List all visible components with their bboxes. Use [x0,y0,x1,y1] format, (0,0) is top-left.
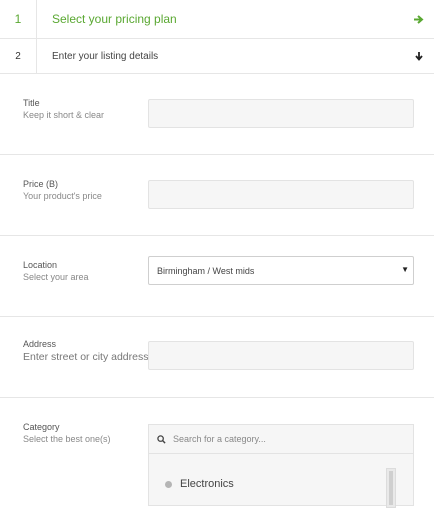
step-title: Select your pricing plan [52,12,177,26]
category-list-scrollbar[interactable] [386,468,396,508]
title-help: Keep it short & clear [23,110,105,120]
title-input[interactable] [148,99,414,128]
title-row: Title Keep it short & clear [0,74,434,155]
category-label: Category [23,422,60,432]
price-input[interactable] [148,180,414,209]
location-label: Location [23,260,58,270]
step-2-listing-details[interactable]: 2 Enter your listing details [0,39,434,74]
address-row: Address Enter street or city address [0,317,434,398]
category-search-placeholder: Search for a category... [173,434,266,444]
address-label: Address [23,339,57,349]
location-help: Select your area [23,272,89,282]
category-selector: Search for a category... Electronics [148,424,414,508]
step-number: 2 [0,39,37,73]
address-label-group: Address Enter street or city address [23,339,148,363]
location-selected-value: Birmingham / West mids [157,265,255,276]
title-label-group: Title Keep it short & clear [23,98,104,120]
location-row: Location Select your area Birmingham / W… [0,236,434,317]
address-input[interactable] [148,341,414,370]
location-select[interactable]: Birmingham / West mids ▼ [148,256,414,285]
search-icon [157,434,166,444]
price-label: Price (B) [23,179,59,189]
bullet-icon [165,480,172,488]
step-1-pricing-plan[interactable]: 1 Select your pricing plan [0,0,434,39]
list-item[interactable]: Electronics [165,478,234,490]
step-title: Enter your listing details [52,50,159,62]
step-number: 1 [0,0,37,38]
category-list: Electronics [149,454,413,508]
caret-down-icon: ▼ [401,265,409,274]
category-item-label: Electronics [180,478,234,490]
scrollbar-thumb[interactable] [389,471,393,505]
title-label: Title [23,98,40,108]
location-label-group: Location Select your area [23,260,89,282]
category-help: Select the best one(s) [23,434,111,444]
address-help: Enter street or city address [23,351,149,363]
price-row: Price (B) Your product's price [0,155,434,236]
arrow-right-icon[interactable] [413,0,424,38]
arrow-down-icon[interactable] [414,39,424,73]
category-label-group: Category Select the best one(s) [23,422,111,444]
price-label-group: Price (B) Your product's price [23,179,102,201]
category-search-input[interactable]: Search for a category... [149,425,413,454]
price-help: Your product's price [23,191,102,201]
